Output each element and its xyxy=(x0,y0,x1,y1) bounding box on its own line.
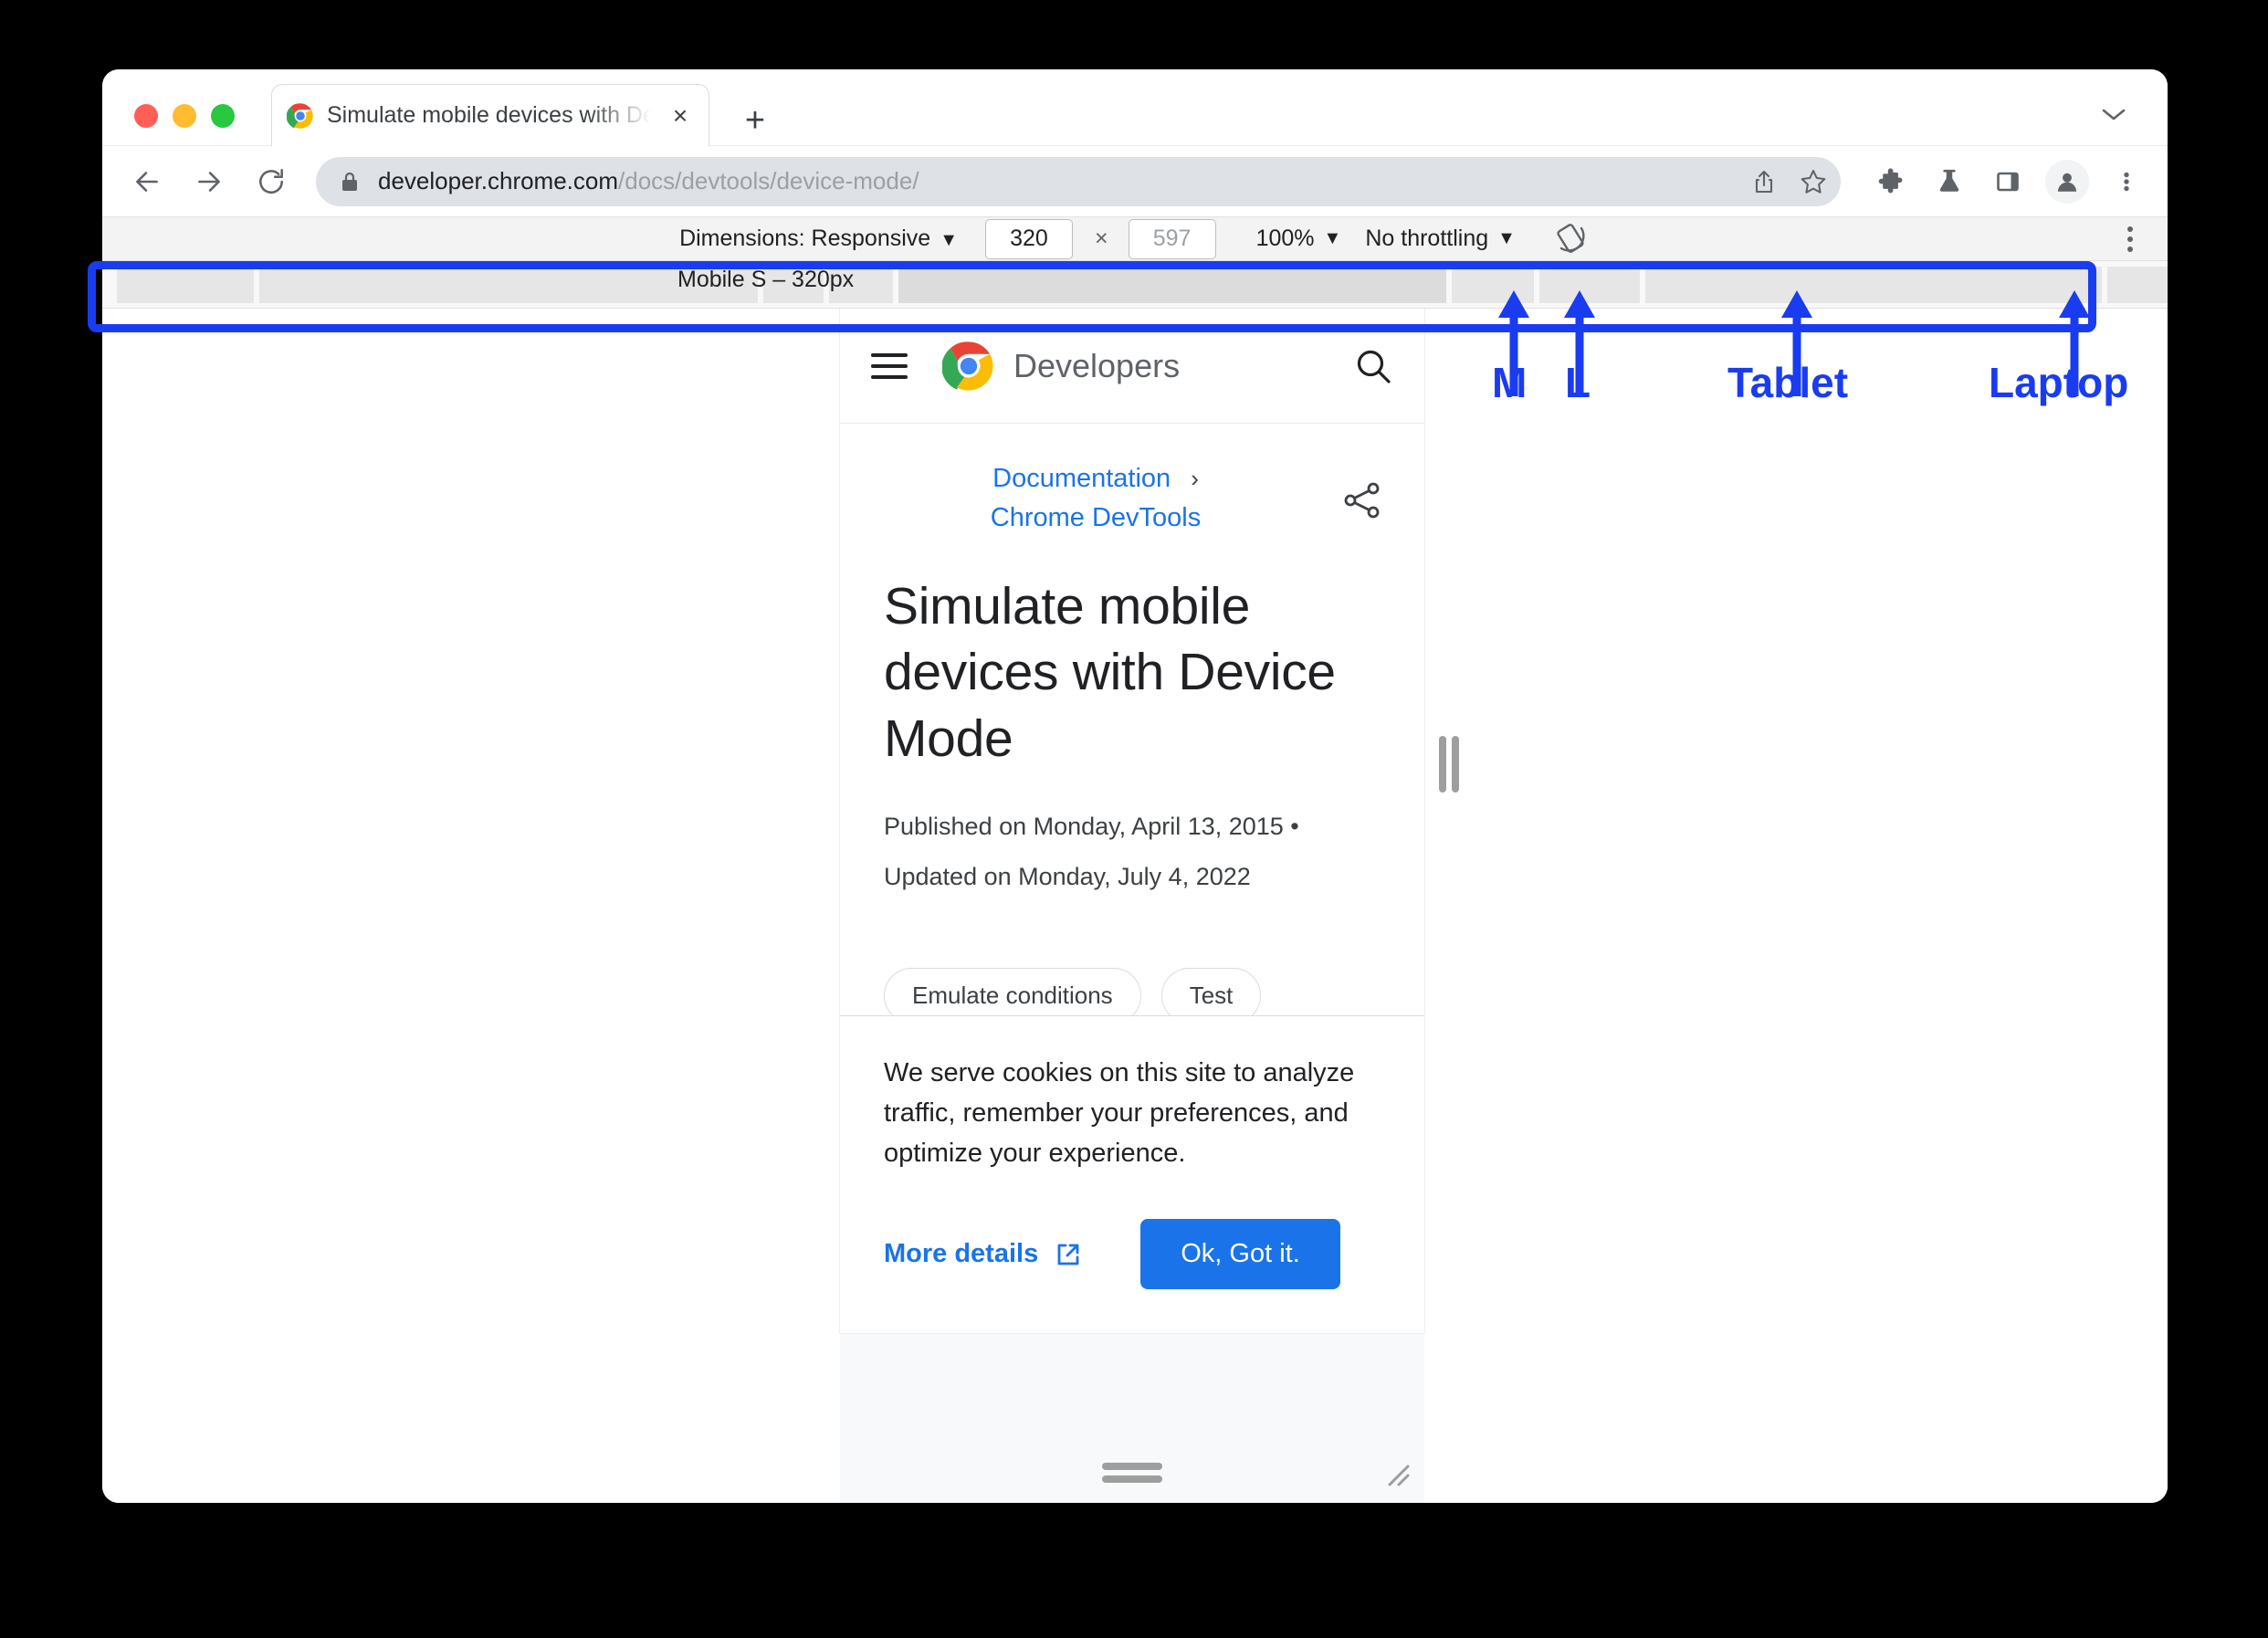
close-icon[interactable]: × xyxy=(667,102,694,130)
media-query-active-label: Mobile S – 320px xyxy=(677,266,855,292)
chevron-down-icon[interactable] xyxy=(2100,106,2127,122)
three-dot-menu-icon[interactable] xyxy=(2116,224,2144,255)
dimensions-dropdown[interactable]: Dimensions: Responsive ▼ xyxy=(679,226,958,252)
external-link-icon xyxy=(1055,1241,1082,1268)
device-mode-toolbar: Dimensions: Responsive ▼ 320 × 597 100% ▼ … xyxy=(102,217,2168,261)
chevron-down-icon: ▼ xyxy=(940,230,958,250)
media-query-segment[interactable] xyxy=(2107,267,2168,303)
hamburger-menu-icon[interactable] xyxy=(871,352,908,379)
zoom-dropdown[interactable]: 100% ▼ xyxy=(1256,226,1342,252)
url-host: developer.chrome.com xyxy=(378,167,619,194)
flask-icon[interactable] xyxy=(1928,161,1970,203)
resize-handle-corner[interactable] xyxy=(1381,1457,1412,1488)
avatar-icon[interactable] xyxy=(2045,159,2089,204)
dimensions-separator: × xyxy=(1094,226,1108,251)
chevron-down-icon: ▼ xyxy=(1323,228,1342,248)
share-icon[interactable] xyxy=(1744,162,1784,202)
puzzle-piece-icon[interactable] xyxy=(1870,161,1912,203)
breadcrumb-item-chrome-devtools[interactable]: Chrome DevTools xyxy=(991,503,1201,533)
device-viewport-stage: Developers Documentation › Chrome DevToo… xyxy=(102,309,2168,1503)
media-query-segment[interactable] xyxy=(1645,267,2102,303)
resize-handle-bottom[interactable] xyxy=(1102,1463,1162,1483)
chevron-down-icon: ▼ xyxy=(1497,228,1516,248)
browser-actions xyxy=(1853,159,2168,204)
breadcrumb-item-documentation[interactable]: Documentation xyxy=(992,464,1171,494)
navigation-toolbar: developer.chrome.com/docs/devtools/devic… xyxy=(102,146,2168,217)
media-query-segment[interactable] xyxy=(898,267,1446,303)
updated-date: Updated on Monday, July 4, 2022 xyxy=(884,862,1251,890)
three-dot-menu-icon[interactable] xyxy=(2105,161,2147,203)
reload-icon[interactable] xyxy=(250,161,292,203)
back-arrow-icon[interactable] xyxy=(126,161,168,203)
annotation-label: Tablet xyxy=(1727,359,1849,406)
zoom-value: 100% xyxy=(1255,226,1315,251)
page-title: Simulate mobile devices with Device Mode xyxy=(884,577,1336,768)
cookie-consent-banner: We serve cookies on this site to analyze… xyxy=(840,1014,1424,1333)
browser-tab[interactable]: Simulate mobile devices with Device Mode… xyxy=(271,84,709,146)
device-screen: Developers Documentation › Chrome DevToo… xyxy=(840,309,1424,1333)
forward-arrow-icon[interactable] xyxy=(188,161,230,203)
throttling-value: No throttling xyxy=(1365,226,1489,251)
resize-handle-right[interactable] xyxy=(1439,736,1463,793)
width-input[interactable]: 320 xyxy=(984,218,1073,259)
tab-strip: Simulate mobile devices with Device Mode… xyxy=(102,69,2168,146)
star-icon[interactable] xyxy=(1793,162,1833,202)
share-icon[interactable] xyxy=(1342,480,1382,520)
annotation-label: L xyxy=(1565,359,1591,406)
brand-name: Developers xyxy=(1013,346,1181,384)
url-text: developer.chrome.com/docs/devtools/devic… xyxy=(378,167,919,195)
new-tab-button[interactable]: + xyxy=(737,102,773,139)
media-query-inspector: Mobile S – 320px xyxy=(102,261,2168,309)
side-panel-icon[interactable] xyxy=(1987,161,2029,203)
search-icon[interactable] xyxy=(1353,346,1393,386)
accept-cookies-button[interactable]: Ok, Got it. xyxy=(1140,1219,1340,1289)
chrome-logo-icon xyxy=(286,102,314,130)
window-minimize-button[interactable] xyxy=(173,104,196,128)
site-header: Developers xyxy=(840,309,1424,424)
chevron-right-icon: › xyxy=(1191,465,1199,492)
tab-title: Simulate mobile devices with Device Mode xyxy=(327,102,661,128)
published-date: Published on Monday, April 13, 2015 • xyxy=(884,813,1299,841)
browser-window: Simulate mobile devices with Device Mode… xyxy=(102,69,2168,1503)
more-details-label: More details xyxy=(884,1239,1039,1268)
cookie-banner-text: We serve cookies on this site to analyze… xyxy=(884,1057,1355,1168)
media-query-track xyxy=(102,267,2168,303)
rotate-device-icon[interactable] xyxy=(1554,221,1591,257)
device-frame: Developers Documentation › Chrome DevToo… xyxy=(840,309,1459,1503)
annotation-label: M xyxy=(1492,359,1528,406)
media-query-segment[interactable] xyxy=(117,267,254,303)
address-bar[interactable]: developer.chrome.com/docs/devtools/devic… xyxy=(316,156,1841,206)
window-maximize-button[interactable] xyxy=(211,104,235,128)
window-close-button[interactable] xyxy=(134,104,158,128)
brand[interactable]: Developers xyxy=(941,340,1353,393)
dimensions-label: Dimensions: Responsive xyxy=(679,226,931,251)
url-path: /docs/devtools/device-mode/ xyxy=(618,167,919,194)
annotation-label: Laptop xyxy=(1989,359,2129,406)
breadcrumb: Documentation › Chrome DevTools xyxy=(840,424,1424,533)
chrome-logo-icon xyxy=(941,340,995,393)
lock-icon xyxy=(340,171,360,193)
throttling-dropdown[interactable]: No throttling ▼ xyxy=(1365,226,1516,252)
height-input[interactable]: 597 xyxy=(1128,218,1216,259)
more-details-link[interactable]: More details xyxy=(884,1239,1082,1269)
